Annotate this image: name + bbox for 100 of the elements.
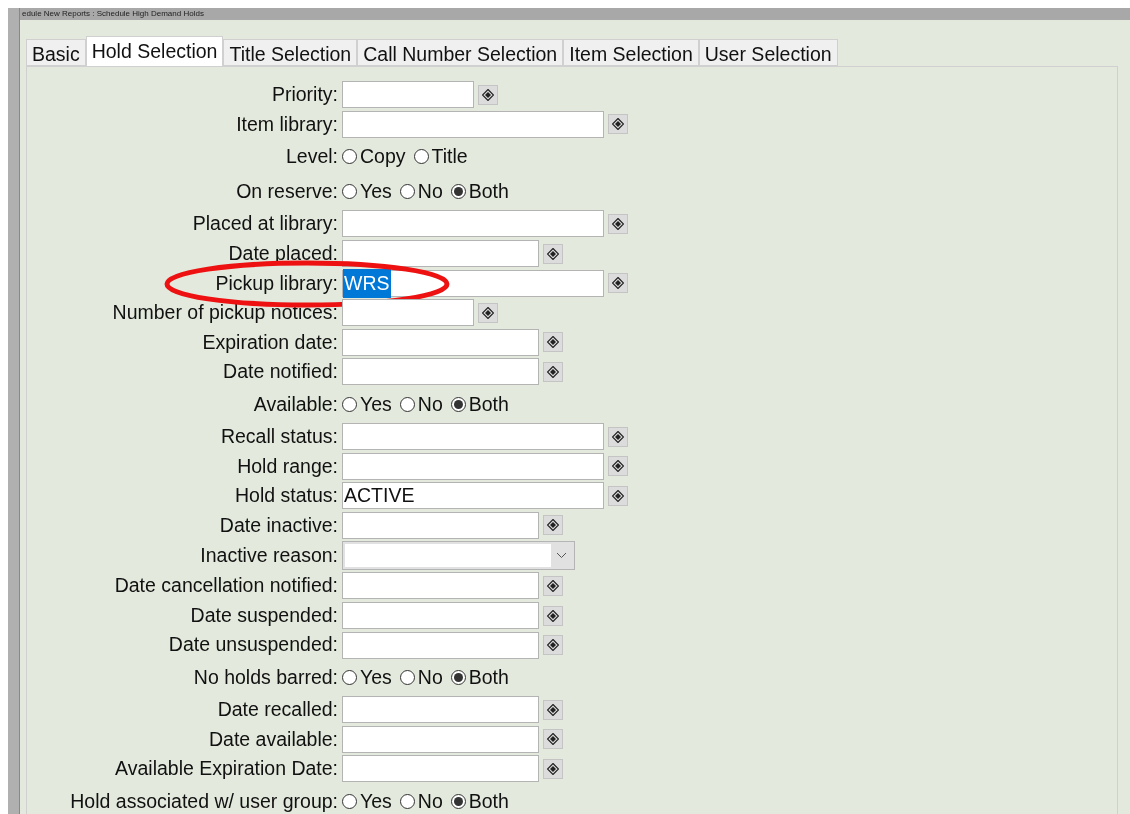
radio-button[interactable]: [399, 793, 415, 809]
radio-option[interactable]: Copy: [342, 142, 406, 172]
diamond-icon: [612, 430, 624, 443]
input-field[interactable]: [342, 110, 604, 138]
field-label: Date cancellation notified:: [113, 573, 339, 599]
lookup-button[interactable]: [608, 273, 628, 294]
lookup-button[interactable]: [543, 605, 563, 626]
radio-button[interactable]: [399, 396, 415, 412]
radio-option[interactable]: Both: [450, 786, 509, 814]
radio-option[interactable]: Both: [450, 389, 509, 419]
radio-button[interactable]: [450, 669, 466, 685]
lookup-button[interactable]: [543, 361, 563, 382]
field-label: Available Expiration Date:: [114, 756, 339, 782]
input-field[interactable]: [342, 358, 539, 386]
tab[interactable]: Item Selection: [563, 39, 699, 66]
radio-button[interactable]: [342, 396, 357, 412]
diamond-icon: [547, 639, 559, 652]
input-field[interactable]: [342, 725, 539, 753]
diamond-icon: [547, 703, 559, 716]
field-label: Pickup library:: [214, 270, 339, 296]
field-label: Level:: [284, 144, 339, 170]
radio-button[interactable]: [399, 184, 415, 200]
radio-option[interactable]: Yes: [342, 389, 392, 419]
input-field[interactable]: [342, 755, 539, 783]
input-field[interactable]: [342, 423, 604, 451]
field-label: Item library:: [235, 111, 339, 137]
diamond-icon: [482, 306, 494, 319]
diamond-icon: [612, 218, 624, 230]
input-field[interactable]: [342, 240, 539, 268]
radio-option[interactable]: Yes: [342, 662, 392, 693]
lookup-button[interactable]: [608, 114, 628, 135]
lookup-button[interactable]: [608, 426, 628, 447]
lookup-button[interactable]: [543, 729, 563, 750]
input-field[interactable]: [342, 572, 539, 600]
radio-button[interactable]: [450, 793, 466, 809]
lookup-button[interactable]: [543, 699, 563, 720]
diamond-icon: [547, 336, 559, 349]
window-title: edule New Reports : Schedule High Demand Holds: [21, 8, 204, 20]
lookup-button[interactable]: [543, 635, 563, 656]
input-field[interactable]: [342, 210, 604, 238]
diamond-icon: [482, 88, 494, 101]
radio-button[interactable]: [413, 149, 429, 165]
tab[interactable]: User Selection: [698, 39, 838, 66]
lookup-button[interactable]: [543, 758, 563, 779]
lookup-button[interactable]: [608, 485, 628, 506]
diamond-icon: [547, 247, 559, 260]
field-label: Inactive reason:: [199, 543, 339, 568]
lookup-button[interactable]: [543, 575, 563, 596]
radio-option[interactable]: No: [399, 177, 443, 207]
lookup-button[interactable]: [478, 84, 498, 105]
radio-option[interactable]: Title: [413, 142, 468, 172]
diamond-icon: [547, 365, 559, 378]
field-label: Placed at library:: [191, 211, 339, 237]
tab[interactable]: Basic: [26, 39, 86, 66]
radio-button[interactable]: [342, 149, 357, 165]
field-label: Date available:: [208, 726, 339, 752]
lookup-button[interactable]: [608, 214, 628, 234]
input-field[interactable]: [342, 81, 474, 109]
diamond-icon: [547, 609, 559, 622]
input-field[interactable]: [342, 602, 539, 629]
radio-button[interactable]: [450, 396, 466, 412]
input-field[interactable]: ACTIVE: [342, 482, 604, 510]
lookup-button[interactable]: [543, 243, 563, 264]
field-label: Date recalled:: [216, 697, 339, 723]
input-field[interactable]: [342, 328, 539, 356]
field-label: Date notified:: [222, 359, 339, 385]
field-value: WRS: [343, 268, 391, 298]
input-field[interactable]: [342, 511, 539, 539]
lookup-button[interactable]: [608, 456, 628, 477]
input-field[interactable]: [342, 631, 539, 659]
lookup-button[interactable]: [543, 332, 563, 353]
radio-option[interactable]: No: [399, 662, 443, 693]
radio-button[interactable]: [399, 669, 415, 685]
input-field[interactable]: [342, 299, 474, 327]
radio-button[interactable]: [342, 184, 357, 200]
radio-button[interactable]: [342, 793, 357, 809]
field-label: Hold associated w/ user group:: [69, 788, 339, 814]
field-value: ACTIVE: [343, 483, 416, 509]
input-field[interactable]: [342, 696, 539, 724]
radio-option[interactable]: No: [399, 389, 443, 419]
radio-option[interactable]: Both: [450, 177, 509, 207]
input-field[interactable]: [342, 452, 604, 480]
radio-option[interactable]: No: [399, 786, 443, 814]
radio-option[interactable]: Yes: [342, 177, 392, 207]
input-field[interactable]: WRS: [342, 269, 604, 297]
tab[interactable]: Title Selection: [223, 39, 358, 66]
diamond-icon: [547, 519, 559, 532]
tab[interactable]: Call Number Selection: [357, 39, 564, 66]
radio-option[interactable]: Both: [450, 662, 509, 693]
field-label: Expiration date:: [201, 329, 339, 355]
radio-button[interactable]: [342, 669, 357, 685]
dropdown-field[interactable]: [342, 541, 575, 571]
lookup-button[interactable]: [478, 302, 498, 323]
field-label: Priority:: [270, 82, 339, 108]
diamond-icon: [547, 733, 559, 746]
diamond-icon: [547, 579, 559, 592]
lookup-button[interactable]: [543, 515, 563, 536]
tab[interactable]: Hold Selection: [85, 36, 224, 66]
radio-button[interactable]: [450, 184, 466, 200]
radio-option[interactable]: Yes: [342, 786, 392, 814]
